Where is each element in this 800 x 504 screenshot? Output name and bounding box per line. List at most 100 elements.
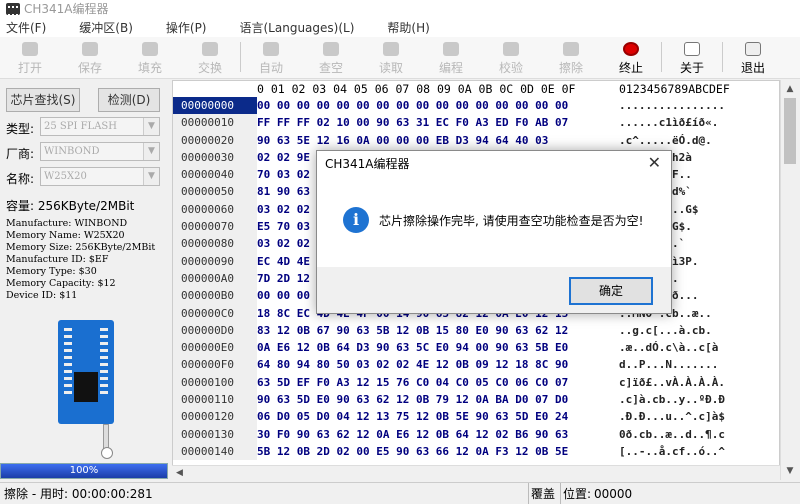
menu-operation[interactable]: 操作(P) — [166, 19, 207, 36]
row-ascii[interactable]: ................ — [613, 97, 779, 114]
capacity-text: 容量: 256KByte/2MBit — [6, 199, 135, 213]
menu-buffer[interactable]: 缓冲区(B) — [79, 19, 133, 36]
row-address: 000000C0 — [173, 304, 257, 322]
row-address: 000000D0 — [173, 321, 257, 340]
open-button[interactable]: 打开 — [0, 36, 60, 78]
detect-button[interactable]: 检测(D) — [98, 88, 160, 112]
progress-label: 100% — [1, 464, 167, 478]
row-hex-bytes[interactable]: 06 D0 05 D0 04 12 13 75 12 0B 5E 90 63 5… — [257, 408, 613, 425]
vendor-select[interactable]: WINBOND ▼ — [40, 142, 160, 161]
scroll-up-icon[interactable]: ▲ — [783, 82, 797, 96]
row-address: 00000030 — [173, 148, 257, 167]
row-hex-bytes[interactable]: 5B 12 0B 2D 02 00 E5 90 63 66 12 0A F3 1… — [257, 443, 613, 460]
read-button[interactable]: 读取 — [361, 36, 421, 78]
info-line: Manufacture: WINBOND — [6, 218, 128, 229]
scroll-thumb[interactable] — [784, 98, 796, 164]
info-line: Memory Type: $30 — [6, 266, 97, 277]
fill-button[interactable]: 填充 — [120, 36, 180, 78]
row-ascii[interactable]: c]ïð£..vÀ.À.À.À. — [613, 374, 779, 391]
about-button[interactable]: 关于 — [662, 36, 722, 78]
hex-row[interactable]: 00000000 00 00 00 00 00 00 00 00 00 00 00… — [173, 97, 779, 115]
swap-arrows-icon — [202, 42, 218, 56]
erase-button[interactable]: 擦除 — [541, 36, 601, 78]
hex-row[interactable]: 000000F0 64 80 94 80 50 03 02 02 4E 12 0B… — [173, 356, 779, 374]
hex-row[interactable]: 000000E0 0A E6 12 0B 64 D3 90 63 5C E0 94… — [173, 339, 779, 357]
program-button[interactable]: 编程 — [421, 36, 481, 78]
row-hex-bytes[interactable]: 30 F0 90 63 62 12 0A E6 12 0B 64 12 02 B… — [257, 426, 613, 443]
hex-row[interactable]: 00000140 5B 12 0B 2D 02 00 E5 90 63 66 12… — [173, 442, 779, 461]
blank-check-button[interactable]: 查空 — [301, 36, 361, 78]
row-hex-bytes[interactable]: 64 80 94 80 50 03 02 02 4E 12 0B 09 12 1… — [257, 356, 613, 373]
row-ascii[interactable]: ..g.c[...à.cb. — [613, 322, 779, 339]
toolbar: 打开 保存 填充 交换 自动 查空 读取 编程 校验 擦除 终止 关于 退出 — [0, 37, 800, 79]
ascii-column-header: 0123456789ABCDEF — [619, 82, 730, 96]
row-ascii[interactable]: 0ð.cb..æ..d..¶.c — [613, 426, 779, 443]
hex-row[interactable]: 00000120 06 D0 05 D0 04 12 13 75 12 0B 5E… — [173, 408, 779, 426]
row-hex-bytes[interactable]: 0A E6 12 0B 64 D3 90 63 5C E0 94 00 90 6… — [257, 339, 613, 356]
row-hex-bytes[interactable]: 90 63 5E 12 16 0A 00 00 00 EB D3 94 64 4… — [257, 132, 613, 149]
type-select[interactable]: 25 SPI FLASH ▼ — [40, 117, 160, 136]
info-line: Memory Size: 256KByte/2MBit — [6, 242, 156, 253]
swap-button[interactable]: 交换 — [180, 36, 240, 78]
row-ascii[interactable]: [..-..å.cf..ó..^ — [613, 443, 779, 460]
about-icon — [684, 42, 700, 56]
scroll-left-icon[interactable]: ◀ — [176, 466, 183, 481]
hex-row[interactable]: 00000020 90 63 5E 12 16 0A 00 00 00 EB D3… — [173, 131, 779, 149]
save-button[interactable]: 保存 — [60, 36, 120, 78]
menu-help[interactable]: 帮助(H) — [387, 19, 429, 36]
stop-icon — [623, 42, 639, 56]
stop-button[interactable]: 终止 — [601, 36, 661, 78]
auto-button[interactable]: 自动 — [241, 36, 301, 78]
row-address: 000000E0 — [173, 339, 257, 357]
hex-row[interactable]: 00000010 FF FF FF 02 10 00 90 63 31 EC F0… — [173, 114, 779, 132]
hex-row[interactable]: 00000110 90 63 5D E0 90 63 62 12 0B 79 12… — [173, 391, 779, 409]
exit-button[interactable]: 退出 — [723, 36, 783, 78]
info-icon: i — [343, 207, 369, 233]
row-ascii[interactable]: .c^.....ëÓ.d@. — [613, 132, 779, 149]
menu-language[interactable]: 语言(Languages)(L) — [240, 19, 355, 36]
row-hex-bytes[interactable]: 83 12 0B 67 90 63 5B 12 0B 15 80 E0 90 6… — [257, 322, 613, 339]
fill-icon — [142, 42, 158, 56]
row-hex-bytes[interactable]: 63 5D EF F0 A3 12 15 76 C0 04 C0 05 C0 0… — [257, 374, 613, 391]
scroll-down-icon[interactable]: ▼ — [783, 464, 797, 478]
hex-row[interactable]: 000000D0 83 12 0B 67 90 63 5B 12 0B 15 80… — [173, 321, 779, 340]
vertical-scrollbar[interactable]: ▲ ▼ — [780, 80, 798, 480]
row-address: 00000140 — [173, 442, 257, 461]
dialog-message: 芯片擦除操作完毕, 请使用查空功能检查是否为空! — [379, 214, 644, 228]
row-hex-bytes[interactable]: FF FF FF 02 10 00 90 63 31 EC F0 A3 ED F… — [257, 114, 613, 131]
status-mode: 覆盖 — [528, 483, 555, 504]
name-select[interactable]: W25X20 ▼ — [40, 167, 160, 186]
message-dialog: CH341A编程器 ✕ i 芯片擦除操作完毕, 请使用查空功能检查是否为空! 确… — [316, 150, 672, 314]
verify-button[interactable]: 校验 — [481, 36, 541, 78]
title-bar: CH341A编程器 — [0, 0, 800, 17]
row-address: 00000010 — [173, 114, 257, 132]
blank-check-icon — [323, 42, 339, 56]
chevron-down-icon: ▼ — [143, 168, 159, 185]
row-hex-bytes[interactable]: 00 00 00 00 00 00 00 00 00 00 00 00 00 0… — [257, 97, 613, 114]
ok-button[interactable]: 确定 — [569, 277, 653, 305]
status-message: 擦除 - 用时: 00:00:00:281 — [4, 487, 153, 501]
close-icon[interactable]: ✕ — [648, 153, 661, 172]
row-ascii[interactable]: ......c1ìð£íð«. — [613, 114, 779, 131]
vendor-label: 厂商: — [6, 147, 35, 161]
row-ascii[interactable]: .Ð.Ð...u..^.c]à$ — [613, 408, 779, 425]
row-address: 00000070 — [173, 218, 257, 236]
row-address: 00000130 — [173, 425, 257, 443]
row-hex-bytes[interactable]: 90 63 5D E0 90 63 62 12 0B 79 12 0A BA D… — [257, 391, 613, 408]
hex-row[interactable]: 00000100 63 5D EF F0 A3 12 15 76 C0 04 C0… — [173, 373, 779, 392]
row-address: 00000000 — [173, 97, 257, 115]
horizontal-scrollbar[interactable]: ◀ — [172, 465, 780, 480]
menu-bar: 文件(F) 缓冲区(B) 操作(P) 语言(Languages)(L) 帮助(H… — [0, 17, 800, 37]
chevron-down-icon: ▼ — [143, 118, 159, 135]
find-chip-button[interactable]: 芯片查找(S) — [6, 88, 80, 112]
row-ascii[interactable]: d..P...N....... — [613, 356, 779, 373]
row-ascii[interactable]: .æ..dÓ.c\à..c[à — [613, 339, 779, 356]
menu-file[interactable]: 文件(F) — [6, 19, 46, 36]
info-line: Memory Capacity: $12 — [6, 278, 116, 289]
hex-row[interactable]: 00000130 30 F0 90 63 62 12 0A E6 12 0B 64… — [173, 425, 779, 443]
socket-lever — [101, 424, 113, 459]
window-title: CH341A编程器 — [24, 2, 109, 16]
row-ascii[interactable]: .c]à.cb..y..ºÐ.Ð — [613, 391, 779, 408]
dialog-title: CH341A编程器 — [325, 157, 410, 171]
verify-icon — [503, 42, 519, 56]
